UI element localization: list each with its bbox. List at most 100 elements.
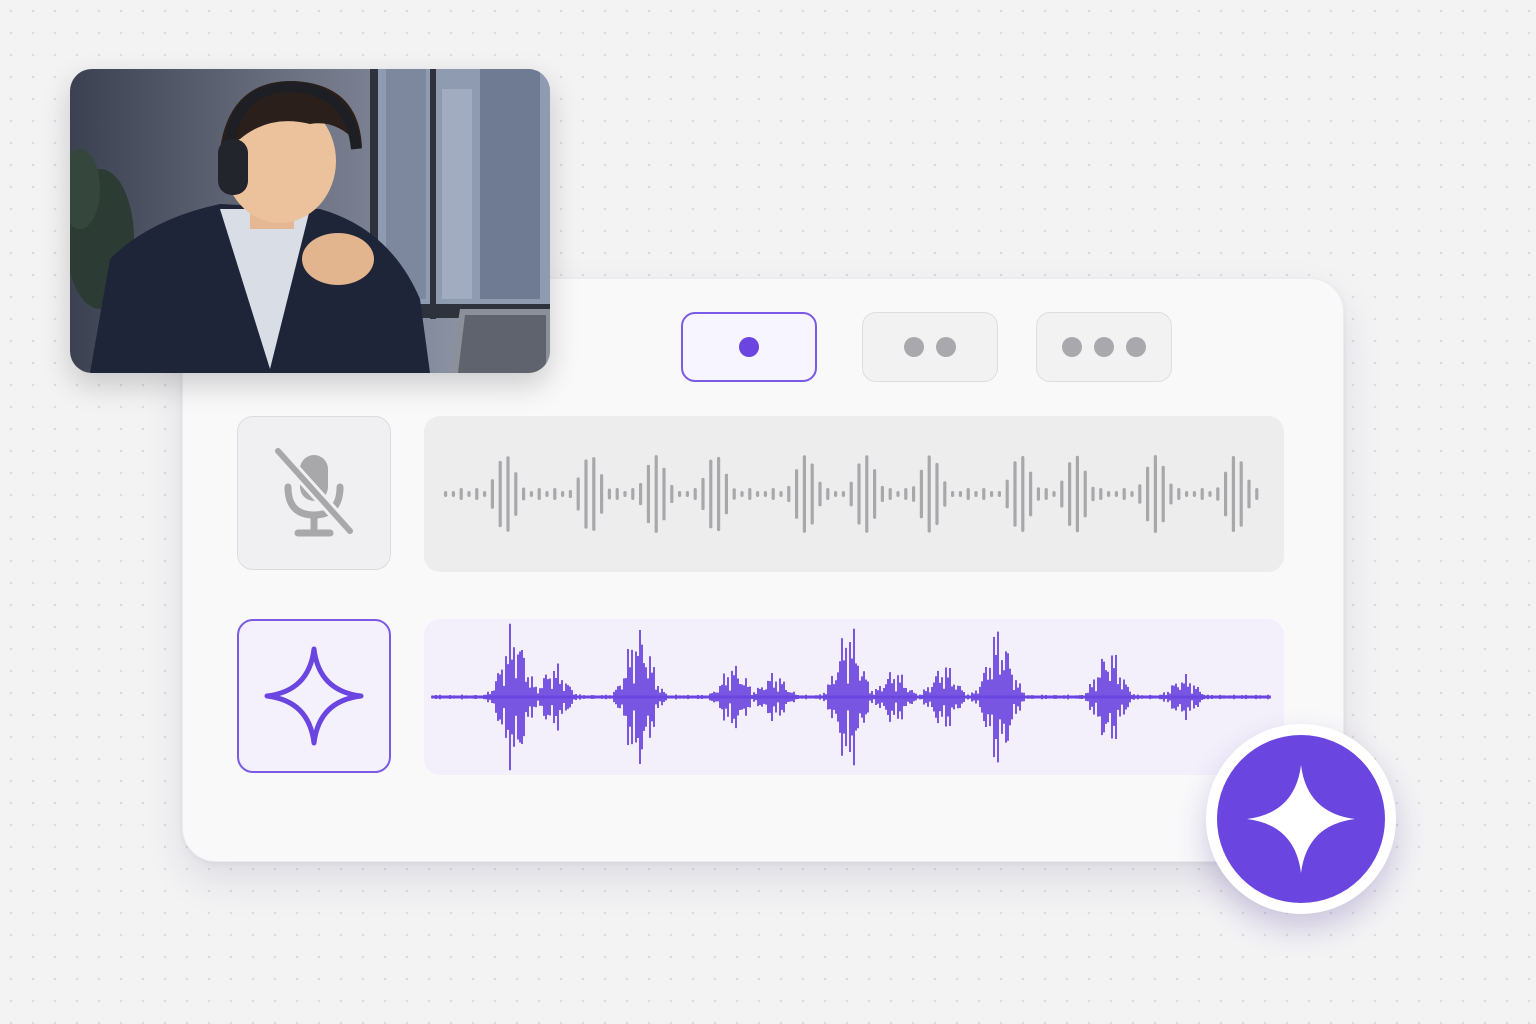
waveform-bar [802, 455, 806, 533]
waveform-bar [1192, 491, 1196, 497]
waveform-bar [857, 463, 861, 525]
waveform-bar [467, 491, 471, 497]
waveform-bar [514, 472, 518, 516]
ai-voice-button[interactable] [237, 619, 391, 773]
waveform-bar [1029, 471, 1033, 517]
waveform-bar [685, 491, 689, 497]
waveform-bar [740, 491, 744, 497]
waveform-bar [709, 459, 713, 529]
sparkle-icon [1247, 765, 1355, 873]
waveform-bar [888, 488, 892, 500]
waveform-bar [1146, 466, 1150, 522]
waveform-bar [795, 469, 799, 519]
person-photo [70, 69, 550, 373]
waveform-bar [1107, 491, 1111, 497]
waveform-bar [935, 462, 939, 526]
mode-button-three[interactable] [1036, 312, 1172, 382]
waveform-bar [483, 491, 487, 497]
waveform-bar [1114, 491, 1118, 497]
waveform-bar [771, 488, 775, 500]
waveform-bar [826, 488, 830, 500]
waveform-bar [545, 491, 549, 497]
waveform-bar [1122, 488, 1126, 500]
waveform-bar [568, 489, 572, 499]
waveform-bar [1021, 456, 1025, 532]
dot-icon [1126, 337, 1146, 357]
waveform-bar [693, 488, 697, 500]
waveform-purple [431, 623, 1271, 771]
waveform-bar [748, 488, 752, 500]
waveform-bar [834, 491, 838, 497]
ai-audio-waveform [424, 619, 1284, 775]
waveform-bar [912, 486, 916, 502]
video-thumbnail [70, 69, 550, 373]
waveform-bar [631, 488, 635, 500]
dot-icon [1062, 337, 1082, 357]
dot-icon [904, 337, 924, 357]
waveform-bar [607, 488, 611, 500]
waveform-bar [724, 473, 728, 515]
waveform-bar [1091, 486, 1095, 502]
waveform-bar [1255, 488, 1259, 500]
waveform-bar [997, 491, 1001, 497]
waveform-bar [646, 464, 650, 524]
waveform-bar [615, 488, 619, 500]
fab-circle [1217, 735, 1385, 903]
waveform-bar [1216, 487, 1220, 501]
waveform-bar [506, 456, 510, 532]
dot-icon [936, 337, 956, 357]
dot-icon [1094, 337, 1114, 357]
waveform-bar [592, 457, 596, 531]
waveform-bar [1099, 488, 1103, 500]
waveform-bar [1169, 483, 1173, 505]
waveform-bar [873, 469, 877, 519]
waveform-bar [584, 459, 588, 529]
waveform-bar [943, 481, 947, 507]
waveform-bar [958, 491, 962, 497]
waveform-bar [779, 491, 783, 497]
waveform-bar [919, 469, 923, 519]
waveform-bar [849, 481, 853, 507]
waveform-bar [1200, 488, 1204, 500]
original-audio-waveform [424, 416, 1284, 572]
waveform-bar [841, 491, 845, 497]
waveform-bar [818, 481, 822, 507]
waveform-bar [444, 491, 448, 497]
waveform-bar [522, 487, 526, 501]
waveform-bar [1060, 480, 1064, 508]
waveform-bar [639, 482, 643, 506]
waveform-bar [951, 491, 955, 497]
waveform-bar [678, 491, 682, 497]
waveform-bar [982, 488, 986, 500]
waveform-bar [654, 455, 658, 533]
mode-button-one[interactable] [681, 312, 817, 382]
waveform-gray [444, 455, 1259, 533]
waveform-bar [576, 477, 580, 511]
waveform-bar [865, 455, 869, 533]
waveform-bar [904, 488, 908, 500]
waveform-bar [670, 484, 674, 504]
waveform-bar [880, 485, 884, 503]
waveform-bar [1013, 461, 1017, 527]
waveform-bar [896, 491, 900, 497]
waveform-bar [490, 479, 494, 509]
mute-toggle-button[interactable] [237, 416, 391, 570]
mode-button-two[interactable] [862, 312, 998, 382]
ai-fab-button[interactable] [1206, 724, 1396, 914]
waveform-bar [1052, 491, 1056, 497]
waveform-bar [475, 488, 479, 500]
waveform-bar [498, 460, 502, 528]
waveform-bar [763, 491, 767, 497]
waveform-bar [701, 477, 705, 511]
waveform-bar [787, 485, 791, 503]
waveform-bar [1130, 491, 1134, 497]
waveform-bar [1185, 491, 1189, 497]
waveform-bar [1005, 479, 1009, 509]
waveform-bar [1224, 471, 1228, 517]
waveform-bar [927, 455, 931, 533]
waveform-bar [1153, 455, 1157, 533]
waveform-bar [451, 491, 455, 497]
waveform-bar [974, 491, 978, 497]
waveform-bar [966, 488, 970, 500]
waveform-bar [600, 474, 604, 514]
